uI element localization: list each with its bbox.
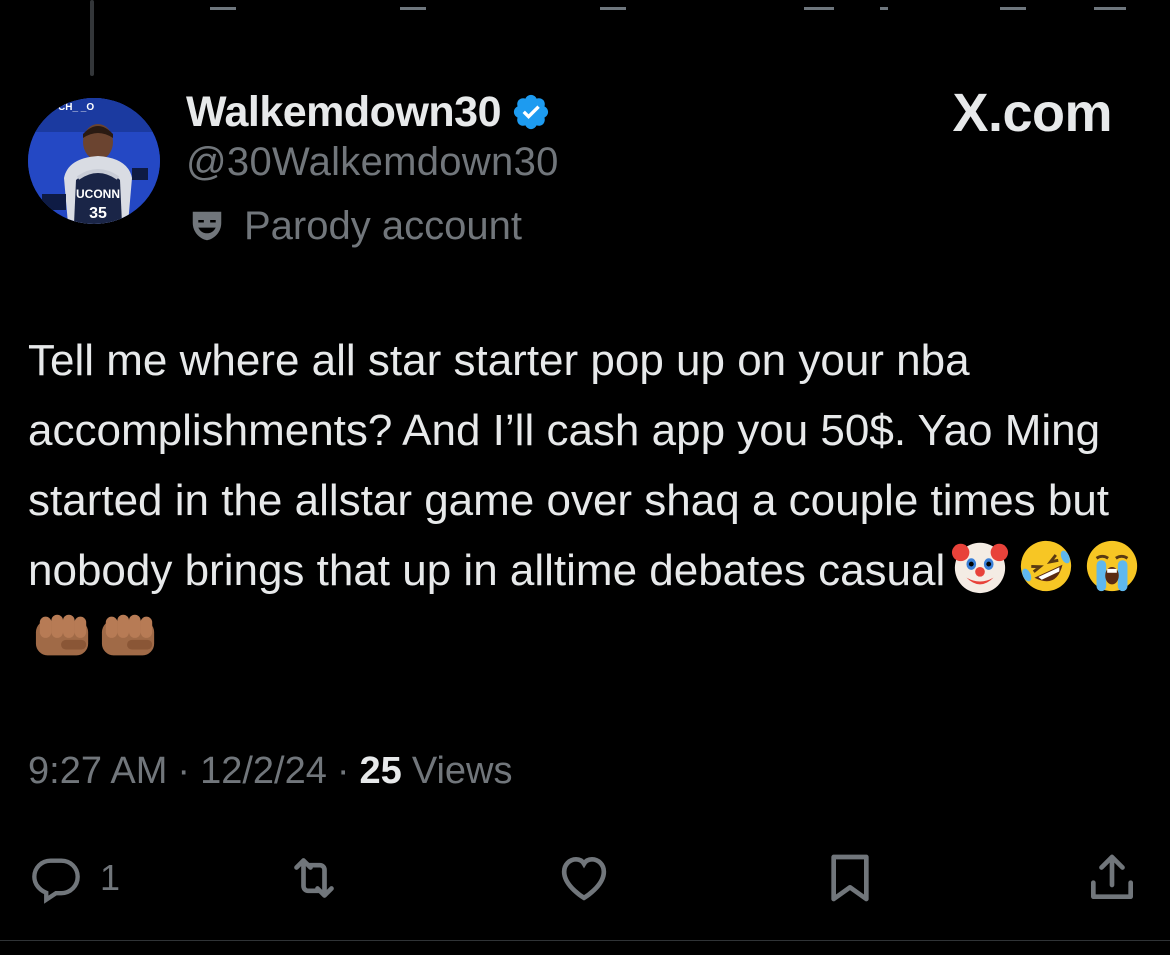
tweet-meta: 9:27 AM · 12/2/24 · 25 Views: [28, 750, 513, 793]
author-name-row[interactable]: Walkemdown30: [186, 84, 551, 140]
clown-face-icon: [952, 542, 1009, 594]
avatar[interactable]: CH_ _O UCONN 35: [28, 98, 160, 224]
repost-icon: [294, 858, 334, 898]
share-button[interactable]: [1084, 846, 1140, 910]
repost-button[interactable]: [286, 846, 342, 910]
repost-icon[interactable]: [400, 0, 426, 10]
avatar-jersey-text: UCONN: [76, 187, 120, 201]
oncoming-fist-icon: [35, 614, 89, 656]
avatar-jersey-number: 35: [89, 205, 107, 222]
more-icon[interactable]: [1094, 0, 1126, 10]
brand-watermark: X.com: [952, 83, 1112, 143]
author-handle[interactable]: @30Walkemdown30: [186, 140, 559, 185]
tweet-text: Tell me where all star starter pop up on…: [28, 326, 1148, 676]
tweet-detail-page: CH_ _O UCONN 35 Walkemdown30 @30Walkemdo…: [0, 0, 1170, 955]
loudly-crying-face-icon: [1087, 540, 1138, 592]
tweet-time[interactable]: 9:27 AM: [28, 750, 167, 793]
rolling-on-floor-laughing-icon: [1021, 540, 1072, 592]
divider: [0, 940, 1170, 941]
parody-account-text: Parody account: [244, 203, 522, 248]
meta-separator: ·: [177, 750, 191, 792]
share-icon[interactable]: [880, 0, 888, 10]
bookmark-icon: [831, 854, 869, 902]
meta-separator: ·: [336, 750, 350, 792]
reply-button[interactable]: 1: [30, 846, 120, 910]
previous-tweet-action-bar: [0, 0, 1170, 14]
bookmark-button[interactable]: [822, 846, 878, 910]
bookmark-icon[interactable]: [1000, 0, 1026, 10]
display-name[interactable]: Walkemdown30: [186, 88, 502, 137]
oncoming-fist-icon: [101, 614, 155, 656]
heart-icon[interactable]: [600, 0, 626, 10]
tweet-action-bar: 1: [0, 846, 1170, 910]
reply-icon: [32, 858, 80, 904]
views-label: Views: [411, 750, 513, 792]
reply-icon[interactable]: [210, 0, 236, 10]
verified-badge-icon: [513, 94, 549, 130]
like-button[interactable]: [556, 846, 612, 910]
views-count: 25: [359, 750, 402, 792]
reply-count: 1: [100, 857, 121, 898]
tweet-date[interactable]: 12/2/24: [200, 750, 327, 793]
thread-connector-line: [90, 0, 94, 76]
heart-icon: [561, 856, 607, 901]
views-icon[interactable]: [804, 0, 834, 10]
avatar-backdrop-text: CH_ _O: [58, 102, 94, 113]
avatar-image: CH_ _O UCONN 35: [28, 98, 160, 224]
parody-account-label: Parody account: [188, 200, 522, 252]
theater-mask-icon: [192, 211, 222, 241]
share-icon: [1091, 854, 1133, 899]
